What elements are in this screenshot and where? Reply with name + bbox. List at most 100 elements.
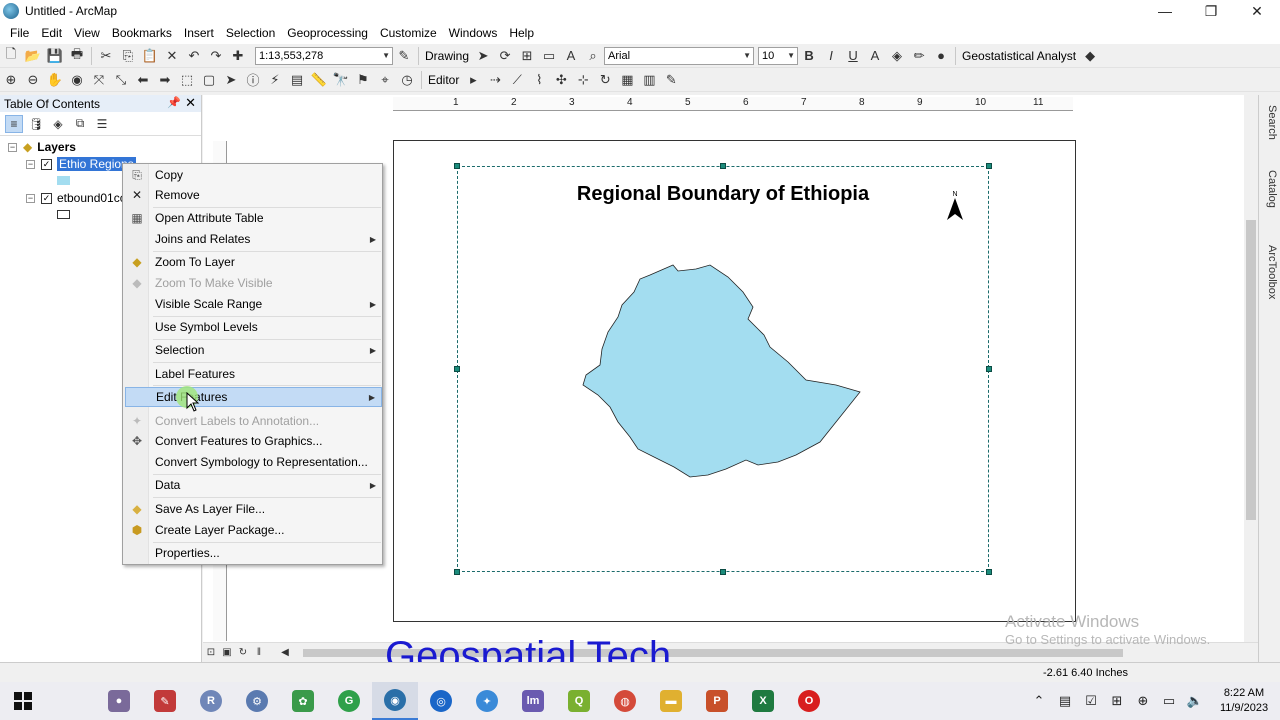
layer-etbound[interactable]: − ✓ etbound01cc [26, 191, 126, 205]
rectangle-icon[interactable]: ▭ [540, 47, 558, 65]
tray-app-icon[interactable]: ⊞ [1104, 693, 1130, 709]
selection-handle[interactable] [454, 163, 460, 169]
north-arrow[interactable]: N [946, 191, 964, 225]
menu-item-convert-symbology[interactable]: Convert Symbology to Representation... [125, 452, 382, 472]
print-icon[interactable]: 🖶 [68, 46, 86, 65]
menu-item-label-features[interactable]: Label Features [125, 364, 382, 384]
taskbar-qgis[interactable]: Q [556, 682, 602, 720]
measure-icon[interactable]: 📏 [310, 71, 328, 89]
rotate-feature-icon[interactable]: ↻ [596, 71, 614, 89]
time-slider-icon[interactable]: ◷ [398, 71, 416, 89]
menu-bookmarks[interactable]: Bookmarks [106, 26, 178, 40]
straight-segment-icon[interactable]: ⟋ [508, 71, 526, 89]
menu-item-remove[interactable]: ✕ Remove [125, 185, 382, 205]
menu-item-use-symbol-levels[interactable]: Use Symbol Levels [125, 317, 382, 337]
taskbar-file-explorer[interactable]: ▬ [648, 682, 694, 720]
menu-item-selection[interactable]: Selection ▶ [125, 340, 382, 360]
fill-color-icon[interactable]: ◈ [888, 47, 906, 65]
data-frame[interactable]: Regional Boundary of Ethiopia N [457, 166, 989, 572]
tray-app-icon[interactable]: ▤ [1052, 693, 1078, 709]
options-icon[interactable]: ☰ [93, 115, 111, 133]
menu-item-data[interactable]: Data ▶ [125, 475, 382, 495]
fixed-zoom-in-icon[interactable]: ⤧ [90, 71, 108, 89]
select-elements-icon[interactable]: ➤ [222, 71, 240, 89]
sketch-properties-icon[interactable]: ▥ [640, 71, 658, 89]
open-icon[interactable]: 📂 [24, 47, 42, 65]
layer-ethio-regions[interactable]: − ✓ Ethio Regions [26, 157, 136, 171]
select-elements-icon[interactable]: ➤ [474, 47, 492, 65]
taskbar-app-r[interactable]: R [188, 682, 234, 720]
list-by-source-icon[interactable]: 🛢 [27, 115, 45, 133]
layer-label[interactable]: etbound01cc [57, 191, 126, 205]
refresh-icon[interactable]: ↻ [237, 644, 249, 662]
menu-item-open-attribute-table[interactable]: ▦ Open Attribute Table [125, 208, 382, 228]
forward-extent-icon[interactable]: ➡ [156, 71, 174, 89]
create-features-icon[interactable]: ✎ [662, 71, 680, 89]
tab-search[interactable]: Search [1262, 105, 1278, 140]
split-icon[interactable]: ⊹ [574, 71, 592, 89]
redo-icon[interactable]: ↷ [207, 47, 225, 65]
selection-handle[interactable] [454, 569, 460, 575]
taskbar-chrome[interactable]: ◍ [602, 682, 648, 720]
menu-selection[interactable]: Selection [220, 26, 281, 40]
menu-item-convert-features-graphics[interactable]: ✥ Convert Features to Graphics... [125, 431, 382, 451]
tab-catalog[interactable]: Catalog [1262, 170, 1278, 208]
menu-geoprocessing[interactable]: Geoprocessing [281, 26, 374, 40]
select-features-icon[interactable]: ⬚ [178, 71, 196, 89]
map-title[interactable]: Regional Boundary of Ethiopia [458, 183, 988, 206]
layout-view-icon[interactable]: ▣ [221, 644, 233, 662]
collapse-icon[interactable]: − [26, 193, 35, 203]
marker-color-icon[interactable]: ● [932, 47, 950, 65]
menu-insert[interactable]: Insert [178, 26, 220, 40]
ethiopia-map-feature[interactable] [578, 257, 868, 482]
scrollbar-thumb[interactable] [1246, 220, 1256, 520]
delete-icon[interactable]: ✕ [163, 47, 181, 65]
tray-app-icon[interactable]: ⊕ [1130, 693, 1156, 709]
paste-icon[interactable]: 📋 [141, 47, 159, 65]
line-color-icon[interactable]: ✏ [910, 47, 928, 65]
close-button[interactable]: ✕ [1234, 0, 1280, 22]
italic-button[interactable]: I [822, 47, 840, 65]
selection-handle[interactable] [986, 569, 992, 575]
selection-handle[interactable] [986, 366, 992, 372]
list-by-drawing-order-icon[interactable]: ≡ [5, 114, 23, 133]
reshape-icon[interactable]: ⌇ [530, 71, 548, 89]
find-icon[interactable]: 🔭 [332, 71, 350, 89]
taskbar-app-4[interactable]: ⚙ [234, 682, 280, 720]
editor-menu[interactable]: Editor [425, 73, 462, 87]
layer-visibility-checkbox[interactable]: ✓ [41, 192, 52, 204]
tray-app-icon[interactable]: ☑ [1078, 693, 1104, 709]
selection-handle[interactable] [454, 366, 460, 372]
taskbar-app-10[interactable]: lm [510, 682, 556, 720]
list-by-selection-icon[interactable]: ⧉ [71, 115, 89, 133]
menu-view[interactable]: View [68, 26, 106, 40]
taskbar-powerpoint[interactable]: P [694, 682, 740, 720]
volume-icon[interactable]: 🔈 [1182, 693, 1208, 709]
selection-handle[interactable] [720, 163, 726, 169]
text-icon[interactable]: A [562, 47, 580, 65]
ethiopia-polygon[interactable] [582, 264, 861, 478]
menu-help[interactable]: Help [503, 26, 540, 40]
bold-button[interactable]: B [800, 47, 818, 65]
cut-polygons-icon[interactable]: ✣ [552, 71, 570, 89]
goto-xy-icon[interactable]: ⌖ [376, 71, 394, 89]
menu-windows[interactable]: Windows [443, 26, 504, 40]
html-popup-icon[interactable]: ▤ [288, 71, 306, 89]
scale-combo[interactable]: 1:13,553,278 ▼ [255, 46, 393, 65]
start-button[interactable] [0, 682, 46, 720]
menu-edit[interactable]: Edit [35, 26, 68, 40]
zoom-in-icon[interactable]: ⊕ [2, 71, 20, 89]
taskbar-excel[interactable]: X [740, 682, 786, 720]
menu-item-save-layer-file[interactable]: ◆ Save As Layer File... [125, 499, 382, 519]
drawing-menu[interactable]: Drawing [422, 49, 472, 63]
layers-root[interactable]: − ◆ Layers [8, 140, 76, 154]
save-icon[interactable]: 💾 [46, 47, 64, 65]
tab-arctoolbox[interactable]: ArcToolbox [1262, 245, 1278, 299]
menu-item-copy[interactable]: ⎘ Copy [125, 165, 382, 185]
layer-symbol-swatch[interactable] [57, 176, 70, 185]
taskbar-app-8[interactable]: ◎ [418, 682, 464, 720]
geostatistical-analyst-menu[interactable]: Geostatistical Analyst [959, 49, 1079, 63]
attributes-icon[interactable]: ▦ [618, 71, 636, 89]
scroll-left-icon[interactable]: ◀ [279, 644, 291, 662]
taskbar-app-1[interactable]: ● [96, 682, 142, 720]
